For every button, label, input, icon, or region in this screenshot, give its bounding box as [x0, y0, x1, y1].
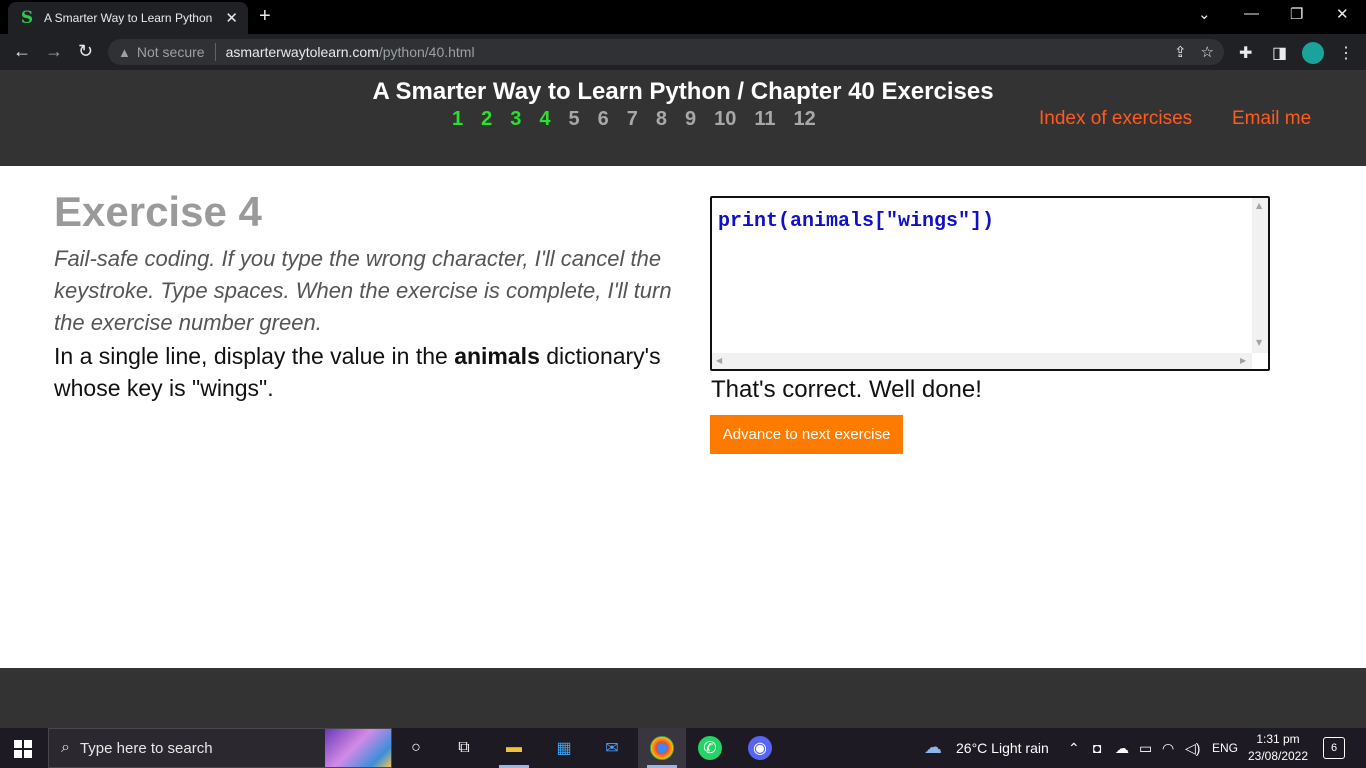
forward-arrow-icon[interactable]: →: [45, 41, 63, 62]
address-bar[interactable]: ▲ Not secure asmarterwaytolearn.com/pyth…: [108, 39, 1224, 65]
minimize-button[interactable]: —: [1244, 5, 1259, 22]
exercise-number-4[interactable]: 4: [539, 108, 550, 131]
close-window-button[interactable]: ✕: [1336, 5, 1349, 23]
new-tab-button[interactable]: +: [259, 5, 271, 28]
exercise-number-5[interactable]: 5: [569, 108, 580, 131]
code-editor[interactable]: print(animals["wings"]) ▲ ▼ ◀ ▶: [710, 196, 1270, 371]
volume-icon[interactable]: ◁): [1185, 740, 1200, 757]
exercise-number-9[interactable]: 9: [685, 108, 696, 131]
microsoft-store-icon[interactable]: ▦: [552, 736, 576, 760]
profile-avatar[interactable]: [1302, 42, 1324, 64]
task-view-icon[interactable]: ⧉: [452, 736, 476, 760]
index-of-exercises-link[interactable]: Index of exercises: [1039, 108, 1192, 130]
back-arrow-icon[interactable]: ←: [13, 41, 31, 62]
site-header: A Smarter Way to Learn Python / Chapter …: [0, 70, 1366, 166]
advance-next-exercise-button[interactable]: Advance to next exercise: [710, 415, 903, 454]
scroll-up-icon[interactable]: ▲: [1256, 201, 1262, 210]
exercise-number-6[interactable]: 6: [598, 108, 609, 131]
exercise-number-8[interactable]: 8: [656, 108, 667, 131]
cortana-icon[interactable]: ○: [404, 736, 428, 760]
side-panel-icon[interactable]: ◨: [1272, 43, 1287, 63]
windows-taskbar: ⌕ Type here to search ○ ⧉ ▬ ▦ ✉ ✆ ◉ ☁ 26…: [0, 728, 1366, 768]
clock-date: 23/08/2022: [1247, 749, 1309, 763]
restore-button[interactable]: ❐: [1290, 5, 1303, 23]
exercise-number-2[interactable]: 2: [481, 108, 492, 131]
exercise-number-list: 1 2 3 4 5 6 7 8 9 10 11 12: [452, 108, 834, 131]
system-clock[interactable]: 1:31 pm 23/08/2022: [1244, 731, 1312, 765]
wifi-icon[interactable]: ◠: [1162, 740, 1174, 757]
search-icon: ⌕: [61, 739, 70, 756]
email-me-link[interactable]: Email me: [1232, 108, 1311, 130]
extensions-puzzle-icon[interactable]: ✚: [1239, 43, 1252, 63]
windows-start-icon[interactable]: [14, 740, 32, 758]
task-text-bold: animals: [454, 343, 540, 369]
vertical-scrollbar[interactable]: ▲ ▼: [1252, 198, 1268, 353]
meet-now-icon[interactable]: ◘: [1093, 740, 1101, 756]
tab-title: A Smarter Way to Learn Python -: [44, 11, 214, 25]
reload-icon[interactable]: ↻: [78, 41, 93, 62]
onedrive-icon[interactable]: ☁: [1115, 740, 1129, 757]
exercise-number-3[interactable]: 3: [510, 108, 521, 131]
security-label[interactable]: Not secure: [137, 44, 205, 60]
horizontal-scrollbar[interactable]: ◀ ▶: [712, 353, 1252, 369]
language-indicator[interactable]: ENG: [1212, 741, 1238, 755]
search-placeholder: Type here to search: [79, 739, 213, 757]
site-footer: [0, 668, 1366, 728]
search-highlight-art: [325, 729, 391, 767]
browser-toolbar: ← → ↻ ▲ Not secure asmarterwaytolearn.co…: [0, 34, 1366, 70]
clock-time: 1:31 pm: [1256, 732, 1300, 746]
whatsapp-icon[interactable]: ✆: [698, 736, 722, 760]
url-host[interactable]: asmarterwaytolearn.com: [226, 44, 379, 60]
site-favicon-icon: S: [20, 8, 34, 28]
exercise-number-10[interactable]: 10: [714, 108, 736, 131]
scroll-right-icon[interactable]: ▶: [1240, 356, 1246, 365]
browser-tab[interactable]: S A Smarter Way to Learn Python - ✕: [8, 2, 248, 34]
bookmark-star-icon[interactable]: ☆: [1201, 43, 1214, 61]
weather-text[interactable]: 26°C Light rain: [956, 740, 1049, 756]
share-icon[interactable]: ⇪: [1174, 43, 1187, 61]
notification-center-icon[interactable]: 6: [1323, 737, 1345, 759]
scroll-left-icon[interactable]: ◀: [716, 356, 722, 365]
taskbar-search-box[interactable]: ⌕ Type here to search: [48, 728, 392, 768]
exercise-number-7[interactable]: 7: [627, 108, 638, 131]
code-input[interactable]: print(animals["wings"]): [718, 210, 994, 233]
result-message: That's correct. Well done!: [711, 376, 982, 403]
scroll-down-icon[interactable]: ▼: [1256, 338, 1262, 347]
page-title: A Smarter Way to Learn Python / Chapter …: [372, 78, 994, 105]
task-text-pre: In a single line, display the value in t…: [54, 343, 455, 369]
exercise-number-11[interactable]: 11: [754, 108, 775, 131]
tab-search-icon[interactable]: ⌄: [1198, 5, 1211, 23]
exercise-task: In a single line, display the value in t…: [54, 340, 674, 404]
weather-cloud-icon[interactable]: ☁: [924, 737, 942, 758]
menu-kebab-icon[interactable]: ⋮: [1338, 43, 1354, 63]
exercise-instructions: Fail-safe coding. If you type the wrong …: [54, 246, 672, 335]
url-path[interactable]: /python/40.html: [379, 44, 475, 60]
warning-icon[interactable]: ▲: [118, 45, 131, 60]
discord-icon[interactable]: ◉: [748, 736, 772, 760]
exercise-number-12[interactable]: 12: [794, 108, 816, 131]
mail-icon[interactable]: ✉: [600, 736, 624, 760]
chrome-icon[interactable]: [650, 736, 674, 760]
omnibox-divider: [214, 43, 216, 61]
tray-overflow-icon[interactable]: ⌃: [1068, 740, 1080, 757]
tab-strip: S A Smarter Way to Learn Python - ✕ + ⌄ …: [0, 0, 1366, 34]
close-tab-icon[interactable]: ✕: [225, 9, 238, 27]
file-explorer-icon[interactable]: ▬: [502, 736, 526, 760]
exercise-number-1[interactable]: 1: [452, 108, 463, 131]
battery-icon[interactable]: ▭: [1139, 740, 1152, 757]
exercise-title: Exercise 4: [54, 188, 262, 235]
